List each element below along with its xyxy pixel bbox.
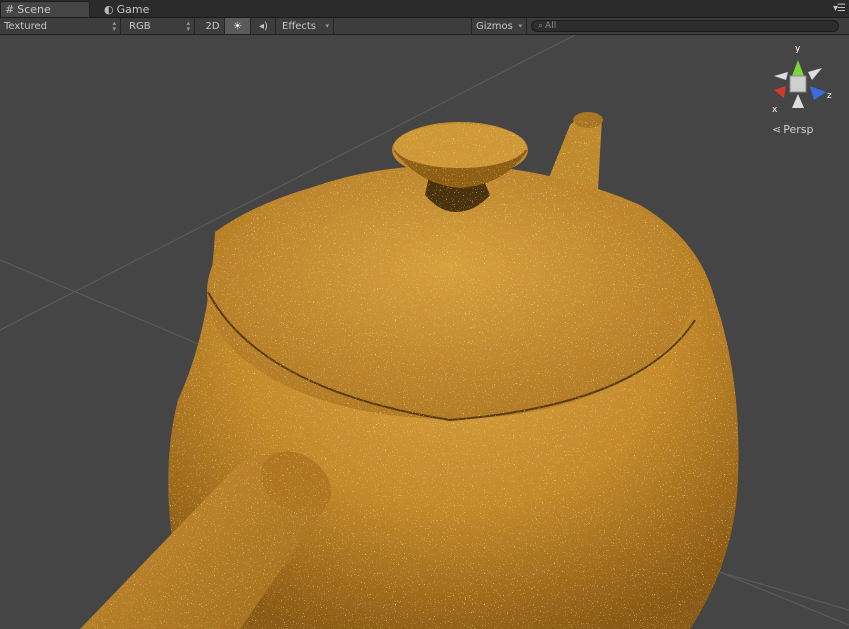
panel-menu-icon[interactable]: ▾☰ xyxy=(833,3,846,14)
scene-toolbar: Textured ▴ ▾ RGB ▴ ▾ 2D ☀ ◂) Effects ▾ Giz… xyxy=(0,18,849,35)
color-mode-dropdown[interactable]: RGB ▴ ▾ xyxy=(125,18,195,34)
projection-label: Persp xyxy=(783,123,814,136)
toggle-2d-button[interactable]: 2D xyxy=(201,18,225,34)
toggle-2d-label: 2D xyxy=(205,20,220,32)
axis-z-cone[interactable] xyxy=(810,86,826,100)
gizmos-label: Gizmos xyxy=(476,20,513,32)
updown-arrows-icon: ▴ ▾ xyxy=(186,19,190,33)
axis-y-label: y xyxy=(795,44,801,54)
tab-bar: # Scene ◐ Game ▾☰ xyxy=(0,0,849,18)
tab-scene[interactable]: # Scene xyxy=(0,1,90,17)
search-placeholder: All xyxy=(545,21,557,31)
effects-label: Effects xyxy=(282,20,316,32)
tab-game[interactable]: ◐ Game xyxy=(100,1,160,17)
axis-x-label: x xyxy=(772,105,778,114)
search-input[interactable]: ⌕ All xyxy=(531,20,839,32)
chevron-down-icon: ▾ xyxy=(325,22,329,30)
pacman-icon: ◐ xyxy=(104,2,114,16)
axis-z-label: z xyxy=(827,91,832,101)
scene-viewport[interactable]: y x z ⋖ Persp xyxy=(0,35,849,629)
scene-lighting-button[interactable]: ☀ xyxy=(225,18,251,34)
effects-dropdown[interactable]: Effects ▾ xyxy=(278,18,334,34)
axis-x-cone[interactable] xyxy=(774,86,786,98)
tab-scene-label: Scene xyxy=(17,3,51,16)
tab-game-label: Game xyxy=(116,2,150,16)
render-mode-value: Textured xyxy=(4,20,47,32)
orientation-gizmo[interactable]: y x z xyxy=(764,42,834,114)
search-icon: ⌕ xyxy=(538,21,544,31)
gizmos-dropdown[interactable]: Gizmos ▾ xyxy=(471,18,527,34)
color-mode-value: RGB xyxy=(129,20,151,32)
chevron-down-icon: ▾ xyxy=(518,22,522,30)
scene-render xyxy=(0,35,849,629)
updown-arrows-icon: ▴ ▾ xyxy=(112,19,116,33)
scene-audio-button[interactable]: ◂) xyxy=(252,18,276,34)
grid-icon: # xyxy=(5,3,15,16)
axis-y-cone[interactable] xyxy=(792,60,804,76)
perspective-icon: ⋖ xyxy=(772,123,782,136)
gizmo-center-cube[interactable] xyxy=(789,75,807,93)
render-mode-dropdown[interactable]: Textured ▴ ▾ xyxy=(0,18,121,34)
sun-icon: ☀ xyxy=(233,20,242,32)
speaker-icon: ◂) xyxy=(259,20,268,32)
projection-toggle[interactable]: ⋖ Persp xyxy=(772,123,813,136)
